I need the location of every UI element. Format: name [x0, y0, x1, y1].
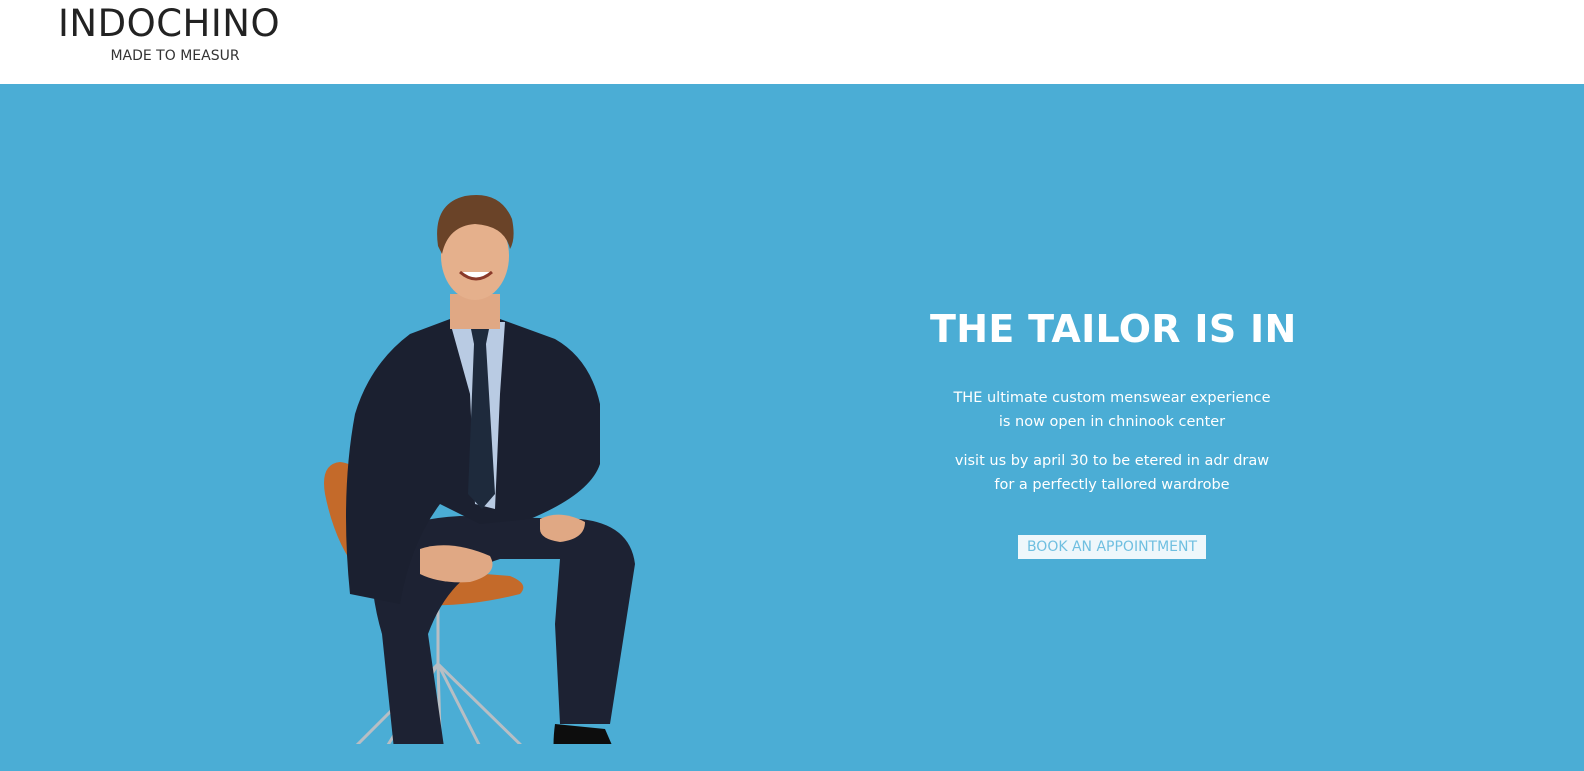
hero-banner: THE TAILOR IS IN THE ultimate custom men…	[0, 84, 1584, 771]
brand-name: INDOCHINO	[58, 2, 281, 45]
hero-headline: THE TAILOR IS IN	[930, 307, 1297, 351]
hero-paragraph-2: visit us by april 30 to be etered in adr…	[930, 449, 1294, 497]
hero-paragraph-1: THE ultimate custom menswear experience …	[930, 386, 1294, 434]
book-appointment-button[interactable]: BOOK AN APPOINTMENT	[1017, 535, 1207, 559]
brand-tagline: MADE TO MEASUR	[110, 48, 240, 64]
hero-paragraph-1-line-2: is now open in chninook center	[998, 414, 1226, 430]
brand-logo[interactable]: INDOCHINO MADE TO MEASUR	[58, 2, 290, 65]
hero-paragraph-2-line-1: visit us by april 30 to be etered in adr…	[954, 453, 1270, 469]
hero-image-man-on-chair	[300, 164, 660, 744]
hero-content: THE TAILOR IS IN THE ultimate custom men…	[930, 304, 1297, 559]
site-header: INDOCHINO MADE TO MEASUR	[0, 0, 1584, 84]
hero-paragraph-2-line-2: for a perfectly tallored wardrobe	[994, 477, 1230, 493]
hero-paragraph-1-line-1: THE ultimate custom menswear experience	[953, 390, 1271, 406]
